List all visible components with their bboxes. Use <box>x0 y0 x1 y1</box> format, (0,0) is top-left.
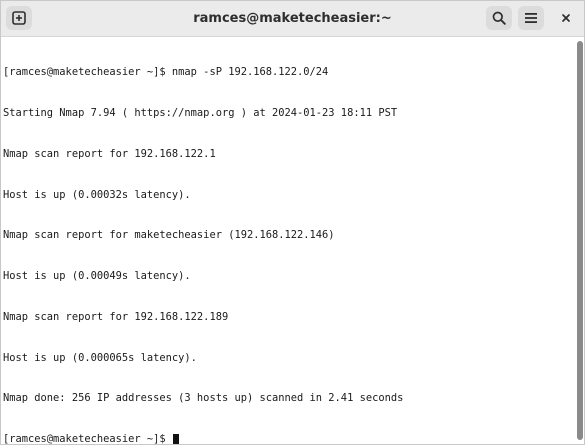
header-bar: ramces@maketecheasier:~ <box>1 1 584 37</box>
terminal-line: Nmap scan report for 192.168.122.189 <box>3 310 229 323</box>
terminal-line: Host is up (0.00049s latency). <box>3 270 191 283</box>
new-tab-button[interactable] <box>6 6 32 30</box>
terminal-window: ramces@maketecheasier:~ [ramces@maketech… <box>0 0 585 445</box>
terminal-line: Starting Nmap 7.94 ( https://nmap.org ) … <box>3 106 398 119</box>
terminal-line: Host is up (0.000065s latency). <box>3 351 197 364</box>
search-button[interactable] <box>486 6 512 30</box>
scrollbar[interactable] <box>575 37 584 444</box>
shell-prompt: [ramces@maketecheasier ~]$ <box>3 433 172 445</box>
search-icon <box>492 11 506 25</box>
terminal-line: Nmap done: 256 IP addresses (3 hosts up)… <box>3 392 404 405</box>
hamburger-menu-icon <box>525 13 537 23</box>
main-menu-button[interactable] <box>518 6 544 30</box>
text-cursor <box>172 434 179 444</box>
close-button[interactable] <box>554 6 578 30</box>
terminal-line: Nmap scan report for 192.168.122.1 <box>3 147 216 160</box>
terminal-line: Nmap scan report for maketecheasier (192… <box>3 229 335 242</box>
close-icon <box>562 14 570 22</box>
terminal-line: Host is up (0.00032s latency). <box>3 188 191 201</box>
terminal-line: [ramces@maketecheasier ~]$ nmap -sP 192.… <box>3 66 329 79</box>
prompt-line[interactable]: [ramces@maketecheasier ~]$ <box>3 433 575 445</box>
scrollbar-thumb[interactable] <box>577 41 583 440</box>
new-tab-plus-icon <box>12 11 26 25</box>
terminal-output[interactable]: [ramces@maketecheasier ~]$ nmap -sP 192.… <box>1 37 575 444</box>
